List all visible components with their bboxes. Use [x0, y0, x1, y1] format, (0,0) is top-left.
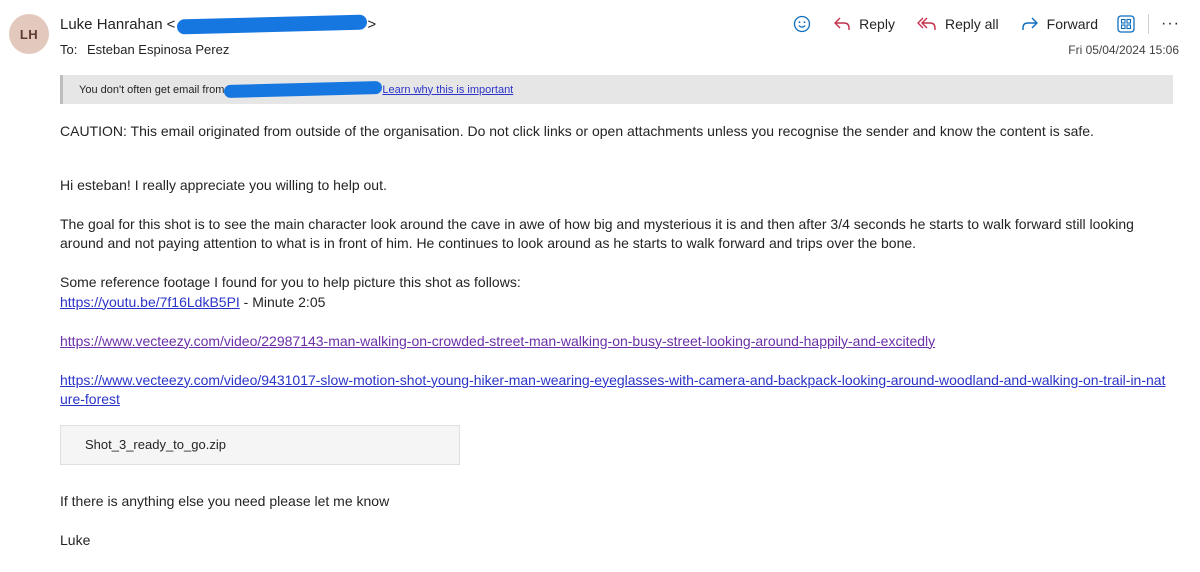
shot-description: The goal for this shot is to see the mai… — [60, 215, 1134, 252]
vecteezy-link-2[interactable]: https://www.vecteezy.com/video/9431017-s… — [60, 372, 1165, 408]
external-sender-infobar: You don't often get email from Learn why… — [60, 75, 1173, 104]
closing-line: If there is anything else you need pleas… — [60, 492, 390, 509]
apps-icon[interactable] — [1116, 14, 1136, 34]
signature: Luke — [60, 531, 91, 548]
caution-banner-text: CAUTION: This email originated from outs… — [60, 123, 1094, 139]
greeting: Hi esteban! I really appreciate you will… — [60, 176, 387, 193]
actions-divider — [1148, 14, 1150, 34]
recipient-name[interactable]: Esteban Espinosa Perez — [87, 42, 229, 57]
reference-intro: Some reference footage I found for you t… — [60, 274, 521, 290]
forward-icon — [1021, 17, 1038, 30]
reply-icon — [834, 17, 850, 30]
sender-name[interactable]: Luke Hanrahan — [60, 16, 163, 33]
message-body: CAUTION: This email originated from outs… — [60, 122, 1170, 550]
reference-line-1: https://youtu.be/7f16LdkB5PI - Minute 2:… — [60, 293, 1170, 313]
infobar-text: You don't often get email from — [79, 83, 225, 96]
vecteezy-link-1[interactable]: https://www.vecteezy.com/video/22987143-… — [60, 333, 935, 349]
smiley-icon[interactable] — [793, 15, 811, 33]
sender-email-open: < — [166, 16, 176, 33]
message-actions: Reply Reply all Forward ··· — [793, 12, 1180, 36]
attachment-filename: Shot_3_ready_to_go.zip — [85, 436, 226, 452]
redacted-sender-address — [224, 80, 383, 99]
recipient-line: To: Esteban Espinosa Perez — [60, 42, 229, 57]
reply-button[interactable]: Reply — [833, 16, 895, 32]
to-label: To: — [60, 42, 78, 57]
forward-button[interactable]: Forward — [1021, 16, 1098, 32]
redacted-sender-email — [177, 14, 368, 35]
sent-date: Fri 05/04/2024 15:06 — [1068, 43, 1179, 57]
reply-all-label: Reply all — [944, 16, 999, 32]
youtube-link[interactable]: https://youtu.be/7f16LdkB5PI — [60, 294, 240, 310]
learn-why-link[interactable]: Learn why this is important — [382, 84, 513, 96]
attachment-card[interactable]: Shot_3_ready_to_go.zip — [60, 424, 460, 465]
sender-avatar[interactable]: LH — [9, 14, 49, 54]
reply-label: Reply — [859, 16, 895, 32]
forward-label: Forward — [1046, 16, 1099, 32]
sender-line: Luke Hanrahan < > — [60, 14, 377, 35]
sender-email-close: > — [367, 16, 377, 33]
reply-all-icon — [917, 17, 936, 30]
minute-note: - Minute 2:05 — [239, 293, 326, 310]
reply-all-button[interactable]: Reply all — [917, 16, 999, 32]
more-options-icon[interactable]: ··· — [1161, 15, 1180, 33]
